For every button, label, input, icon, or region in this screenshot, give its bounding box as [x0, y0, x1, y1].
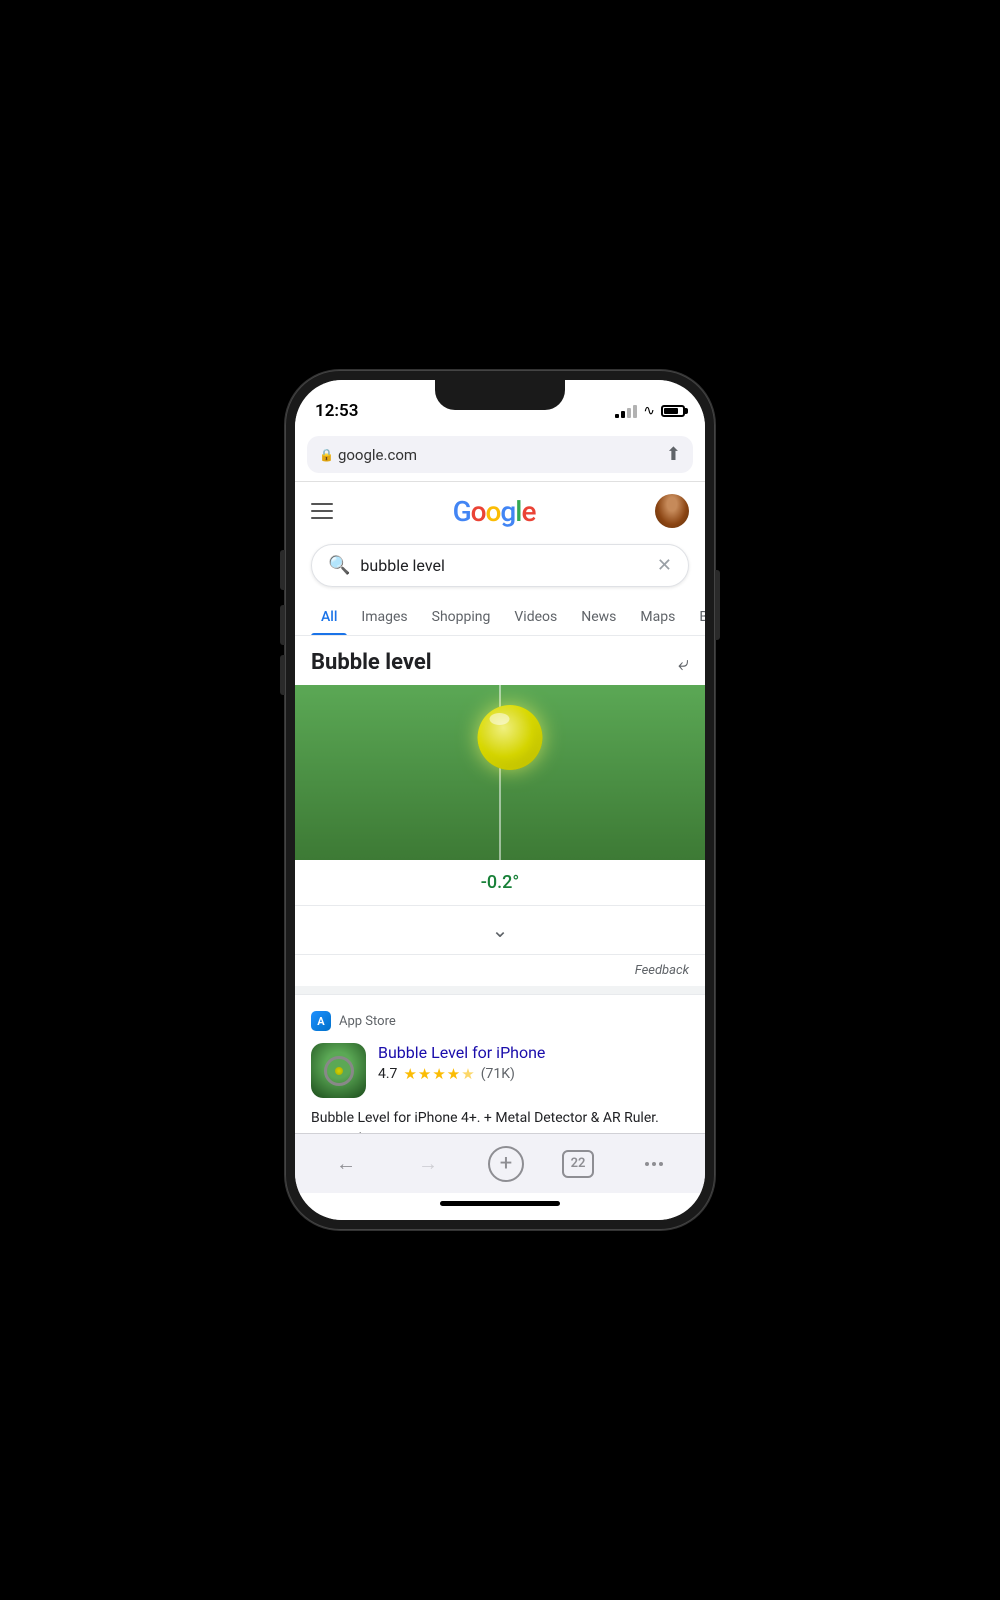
notch — [435, 380, 565, 410]
tab-shopping[interactable]: Shopping — [422, 599, 501, 635]
ellipsis-dot — [652, 1162, 656, 1166]
address-bar[interactable]: 🔒 google.com ⬆ — [307, 436, 693, 473]
bubble-level-visualization[interactable] — [295, 685, 705, 860]
battery-icon — [661, 405, 685, 417]
search-box[interactable]: 🔍 bubble level ✕ — [311, 544, 689, 587]
signal-bars-icon — [615, 405, 637, 418]
google-logo: Google — [453, 495, 536, 528]
feedback-link[interactable]: Feedback — [295, 955, 705, 994]
app-icon-bubble — [324, 1056, 354, 1086]
app-store-card: A App Store Bubble Level for iPhone 4.7 — [295, 995, 705, 1133]
plus-icon: + — [500, 1151, 512, 1176]
tab-more[interactable]: B — [689, 599, 705, 635]
tabs-count-label: 22 — [571, 1156, 586, 1171]
ellipsis-dot — [645, 1162, 649, 1166]
back-button[interactable]: ← — [324, 1142, 368, 1186]
new-tab-button[interactable]: + — [488, 1146, 524, 1182]
phone-screen: 12:53 ∿ 🔒 google.com — [295, 380, 705, 1220]
tab-news[interactable]: News — [571, 599, 626, 635]
tab-images[interactable]: Images — [351, 599, 417, 635]
app-name[interactable]: Bubble Level for iPhone — [378, 1043, 689, 1062]
address-bar-wrapper: 🔒 google.com ⬆ — [295, 430, 705, 482]
wifi-icon: ∿ — [643, 403, 655, 419]
scroll-content: Google 🔍 bubble level ✕ All Images Shopp… — [295, 482, 705, 1133]
tabs-count-button[interactable]: 22 — [562, 1150, 594, 1178]
google-header: Google — [295, 482, 705, 540]
tab-maps[interactable]: Maps — [630, 599, 685, 635]
status-time: 12:53 — [315, 401, 358, 421]
star-rating: ★ ★ ★ ★ ★ — [403, 1065, 474, 1083]
search-query: bubble level — [360, 556, 646, 575]
home-indicator-area — [295, 1193, 705, 1220]
avatar-image — [655, 494, 689, 528]
url-display: google.com — [338, 446, 417, 464]
lock-icon: 🔒 — [319, 448, 334, 462]
tab-all[interactable]: All — [311, 599, 347, 635]
app-description: Bubble Level for iPhone 4+. + Metal Dete… — [311, 1108, 689, 1133]
expand-button[interactable]: ⌄ — [295, 906, 705, 955]
hamburger-menu-button[interactable] — [311, 503, 333, 519]
search-icon: 🔍 — [328, 555, 350, 576]
bubble-level-header: Bubble level ⤶ — [295, 636, 705, 685]
status-icons: ∿ — [615, 403, 685, 419]
app-rating-row: 4.7 ★ ★ ★ ★ ★ (71K) — [378, 1065, 689, 1083]
share-result-button[interactable]: ⤶ — [678, 651, 689, 675]
phone-frame: 12:53 ∿ 🔒 google.com — [285, 370, 715, 1230]
share-button[interactable]: ⬆ — [666, 444, 681, 465]
app-item: Bubble Level for iPhone 4.7 ★ ★ ★ ★ ★ (7… — [311, 1043, 689, 1098]
ellipsis-dot — [659, 1162, 663, 1166]
home-indicator-bar — [440, 1201, 560, 1206]
rating-count: (71K) — [481, 1066, 515, 1082]
chevron-down-icon: ⌄ — [492, 918, 509, 942]
more-options-button[interactable] — [632, 1142, 676, 1186]
bottom-navigation: ← → + 22 — [295, 1133, 705, 1193]
forward-arrow-icon: → — [418, 1151, 438, 1176]
app-store-badge: A App Store — [311, 1011, 689, 1031]
bubble-level-result-card: Bubble level ⤶ -0.2° — [295, 636, 705, 995]
bubble-indicator — [478, 705, 543, 770]
app-icon — [311, 1043, 366, 1098]
address-text: 🔒 google.com — [319, 446, 417, 464]
back-arrow-icon: ← — [336, 1151, 356, 1176]
battery-fill — [664, 408, 678, 414]
clear-search-button[interactable]: ✕ — [657, 555, 672, 576]
app-store-icon: A — [311, 1011, 331, 1031]
app-store-label: App Store — [339, 1014, 396, 1029]
app-info: Bubble Level for iPhone 4.7 ★ ★ ★ ★ ★ (7… — [378, 1043, 689, 1098]
search-tabs-row: All Images Shopping Videos News Maps B — [295, 599, 705, 636]
forward-button[interactable]: → — [406, 1142, 450, 1186]
avatar[interactable] — [655, 494, 689, 528]
tab-videos[interactable]: Videos — [504, 599, 567, 635]
bubble-level-title: Bubble level — [311, 650, 432, 675]
rating-number: 4.7 — [378, 1066, 397, 1082]
angle-display: -0.2° — [295, 860, 705, 906]
